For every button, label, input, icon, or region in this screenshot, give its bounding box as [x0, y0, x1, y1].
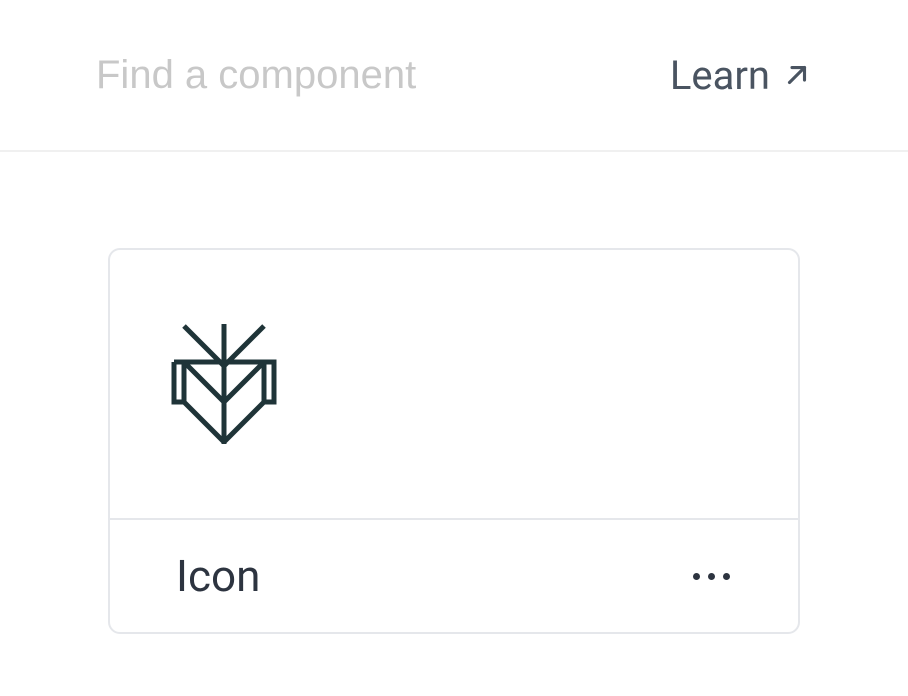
more-icon [708, 573, 715, 580]
search-input[interactable] [96, 53, 670, 98]
component-label: Icon [176, 550, 260, 602]
learn-link[interactable]: Learn [670, 52, 812, 99]
more-options-button[interactable] [685, 565, 738, 588]
external-link-icon [782, 60, 812, 90]
more-icon [723, 573, 730, 580]
component-card[interactable]: Icon [108, 248, 800, 634]
learn-link-label: Learn [670, 52, 770, 99]
perplexity-icon [170, 324, 278, 444]
card-preview [110, 250, 798, 518]
more-icon [693, 573, 700, 580]
card-footer: Icon [110, 518, 798, 632]
content-area: Icon [0, 152, 908, 634]
header-bar: Learn [0, 0, 908, 152]
